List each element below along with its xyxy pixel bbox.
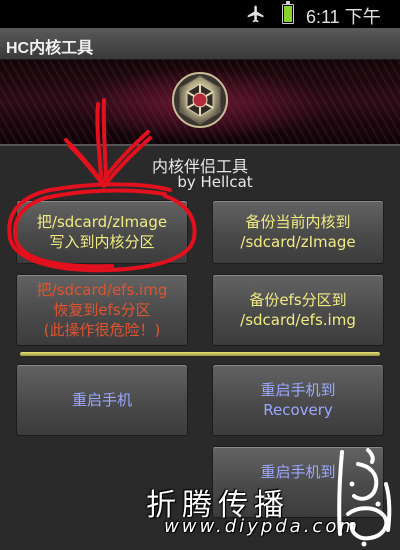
button-label: 重启手机到 xyxy=(260,463,336,481)
button-label: 恢复到efs分区 xyxy=(53,301,151,319)
app-logo-icon xyxy=(172,72,228,128)
tool-author: by Hellcat xyxy=(177,173,253,191)
button-label: 把/sdcard/zImage xyxy=(36,213,168,231)
header-banner xyxy=(0,60,400,146)
reboot-download-button[interactable]: 重启手机到 xyxy=(212,446,384,518)
status-bar: 6:11 下午 xyxy=(0,0,400,28)
section-divider xyxy=(20,352,380,356)
button-label: /sdcard/efs.img xyxy=(240,311,356,329)
backup-efs-button[interactable]: 备份efs分区到 /sdcard/efs.img xyxy=(212,274,384,346)
status-clock: 6:11 下午 xyxy=(306,7,381,27)
button-warning: (此操作很危险！) xyxy=(43,321,161,339)
button-label: 写入到内核分区 xyxy=(49,233,155,251)
backup-kernel-button[interactable]: 备份当前内核到 /sdcard/zImage xyxy=(212,200,384,264)
button-label: 重启手机到 xyxy=(260,381,336,399)
button-label: /sdcard/zImage xyxy=(240,233,356,251)
battery-icon xyxy=(282,1,294,24)
button-label: Recovery xyxy=(263,401,333,419)
watermark-url: www.diypda.com xyxy=(164,516,360,537)
restore-efs-button[interactable]: 把/sdcard/efs.img 恢复到efs分区 (此操作很危险！) xyxy=(16,274,188,346)
button-label: 备份efs分区到 xyxy=(249,291,347,309)
reboot-button[interactable]: 重启手机 xyxy=(16,364,188,436)
flash-zimage-button[interactable]: 把/sdcard/zImage 写入到内核分区 xyxy=(16,200,188,264)
button-label xyxy=(296,482,301,502)
app-title-bar: HC内核工具 xyxy=(0,28,400,60)
button-label: 备份当前内核到 xyxy=(245,213,351,231)
app-title: HC内核工具 xyxy=(6,40,94,57)
reboot-recovery-button[interactable]: 重启手机到 Recovery xyxy=(212,364,384,436)
button-label: 重启手机 xyxy=(71,391,132,409)
button-label: 把/sdcard/efs.img xyxy=(36,281,168,299)
airplane-icon xyxy=(247,5,264,23)
